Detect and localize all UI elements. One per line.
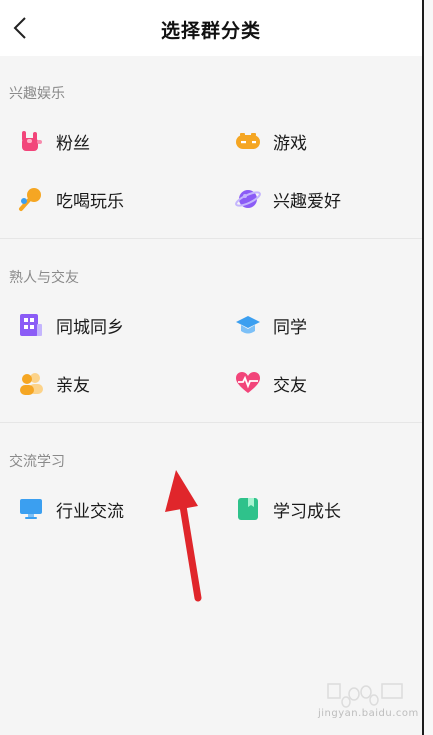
phone-screen: 选择群分类 兴趣娱乐 粉丝 游戏 吃喝玩乐 兴趣爱好 熟人与交友 同城同乡 同学… <box>0 0 422 735</box>
adjacent-window-edge <box>422 0 433 735</box>
red-arrow-annotation <box>165 470 202 602</box>
watermark-text: jingyan.baidu.com <box>318 708 419 719</box>
